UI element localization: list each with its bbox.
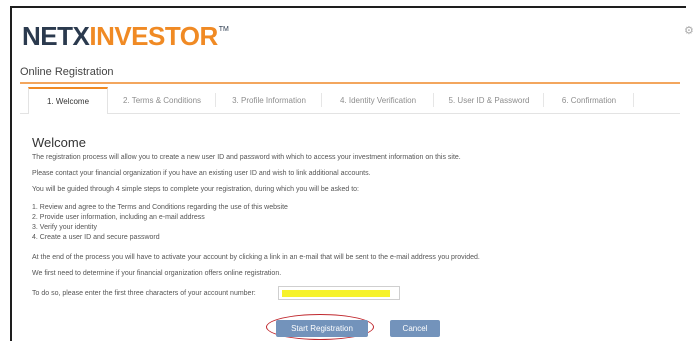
determine-text: We first need to determine if your finan…: [32, 270, 282, 277]
activation-text: At the end of the process you will have …: [32, 254, 480, 261]
tab-label: 1. Welcome: [46, 97, 90, 106]
title-divider: [20, 82, 680, 84]
gear-icon[interactable]: ⚙: [684, 24, 694, 36]
tab-user-id-password[interactable]: 5. User ID & Password: [434, 87, 544, 113]
registration-steps-tabs: 1. Welcome 2. Terms & Conditions 3. Prof…: [20, 87, 680, 114]
step-item: 3. Verify your identity: [32, 224, 97, 231]
intro-text: The registration process will allow you …: [32, 154, 461, 161]
yellow-highlight: [282, 290, 390, 297]
tab-terms-conditions[interactable]: 2. Terms & Conditions: [108, 87, 216, 113]
page-title: Online Registration: [20, 66, 114, 78]
tab-label: 4. Identity Verification: [339, 95, 417, 105]
step-item: 4. Create a user ID and secure password: [32, 234, 160, 241]
start-registration-button[interactable]: Start Registration: [276, 320, 368, 337]
tab-confirmation[interactable]: 6. Confirmation: [544, 87, 634, 113]
logo-trademark: TM: [218, 26, 229, 33]
logo-netx-text: NETX: [22, 21, 90, 51]
tab-label: 2. Terms & Conditions: [122, 95, 202, 105]
welcome-heading: Welcome: [32, 135, 86, 150]
contact-text: Please contact your financial organizati…: [32, 170, 371, 177]
tab-profile-information[interactable]: 3. Profile Information: [216, 87, 322, 113]
tab-identity-verification[interactable]: 4. Identity Verification: [322, 87, 434, 113]
logo-investor-text: INVESTOR: [89, 21, 218, 51]
step-item: 2. Provide user information, including a…: [32, 214, 205, 221]
step-item: 1. Review and agree to the Terms and Con…: [32, 204, 288, 211]
steps-intro-text: You will be guided through 4 simple step…: [32, 186, 359, 193]
netxinvestor-logo: NETX INVESTOR TM: [22, 12, 229, 52]
tab-label: 5. User ID & Password: [448, 95, 530, 105]
tab-label: 6. Confirmation: [561, 95, 617, 105]
tab-welcome[interactable]: 1. Welcome: [28, 87, 108, 114]
cancel-button[interactable]: Cancel: [390, 320, 440, 337]
account-number-input[interactable]: [278, 286, 400, 300]
tab-label: 3. Profile Information: [232, 95, 306, 105]
account-number-label: To do so, please enter the first three c…: [32, 290, 256, 297]
